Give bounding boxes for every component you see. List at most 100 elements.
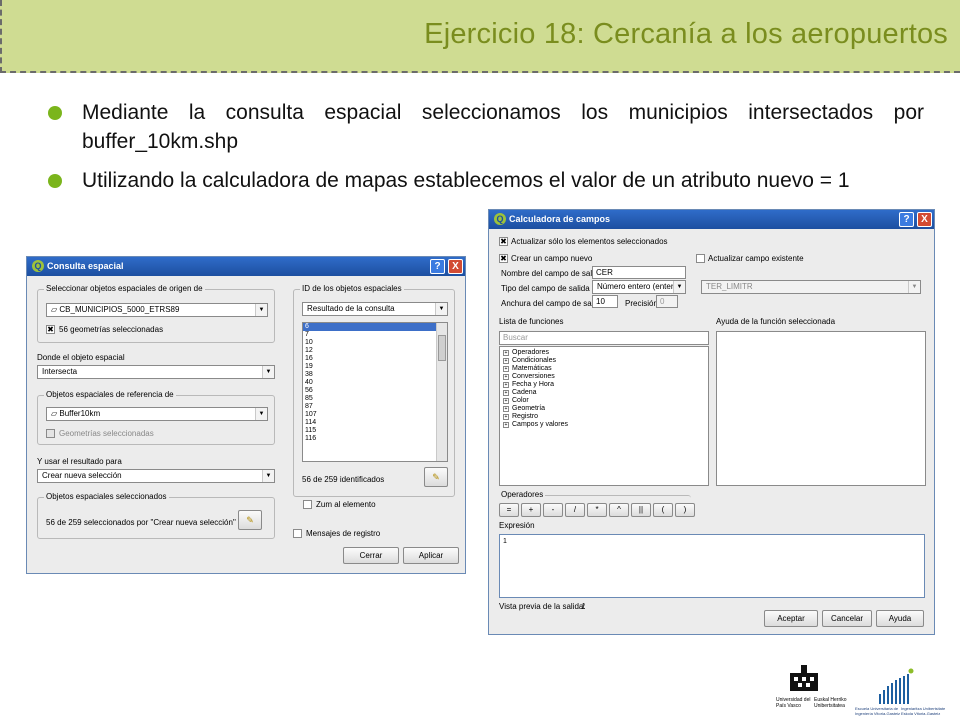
help-icon[interactable]: ?: [430, 259, 445, 274]
function-group-item[interactable]: + Fecha y Hora: [500, 381, 708, 389]
list-item[interactable]: 40: [303, 379, 447, 387]
select-features-icon[interactable]: ✎: [238, 510, 262, 530]
list-item[interactable]: 107: [303, 411, 447, 419]
existing-field-combo[interactable]: TER_LIMITR ▼: [701, 280, 921, 294]
ids-source-combo[interactable]: Resultado de la consulta ▼: [302, 302, 448, 316]
origin-selected-checkbox[interactable]: ✖: [46, 325, 55, 334]
operator-button[interactable]: *: [587, 503, 607, 517]
help-button[interactable]: Ayuda: [876, 610, 924, 627]
combo-value: Número entero (entero): [597, 282, 681, 291]
origin-layer-combo[interactable]: ▱ CB_MUNICIPIOS_5000_ETRS89 ▼: [46, 303, 268, 317]
use-result-combo[interactable]: Crear nueva selección ▼: [37, 469, 275, 483]
function-group-item[interactable]: + Operadores: [500, 349, 708, 357]
close-icon[interactable]: X: [917, 212, 932, 227]
list-item[interactable]: 115: [303, 427, 447, 435]
expand-icon[interactable]: +: [503, 390, 509, 396]
scrollbar[interactable]: [436, 323, 447, 461]
reference-layer-combo[interactable]: ▱ Buffer10km ▼: [46, 407, 268, 421]
function-tree[interactable]: + Operadores + Condicionales + Matemáticas + Co…: [499, 346, 709, 486]
list-item[interactable]: 6: [303, 323, 447, 331]
ids-list[interactable]: 6 7 10 12 16 19 38 40 56 85 87 107 114 115 116: [302, 322, 448, 462]
window-titlebar[interactable]: Q Calculadora de campos ? X: [489, 210, 934, 229]
function-group-item[interactable]: + Color: [500, 397, 708, 405]
expand-icon[interactable]: +: [503, 422, 509, 428]
selected-count-text: 56 de 259 seleccionados por "Crear nueva…: [46, 518, 236, 527]
combo-value: Intersecta: [42, 367, 78, 376]
group-label: Objetos espaciales seleccionados: [44, 492, 169, 501]
precision-spinbox[interactable]: 0: [656, 295, 678, 308]
operator-button[interactable]: ^: [609, 503, 629, 517]
operator-button[interactable]: -: [543, 503, 563, 517]
list-item[interactable]: 87: [303, 403, 447, 411]
close-button[interactable]: Cerrar: [343, 547, 399, 564]
function-group-item[interactable]: + Campos y valores: [500, 421, 708, 429]
combo-value: Crear nueva selección: [42, 471, 122, 480]
chevron-down-icon: ▼: [435, 303, 447, 315]
function-group-item[interactable]: + Cadena: [500, 389, 708, 397]
function-group-item[interactable]: + Geometría: [500, 405, 708, 413]
expand-icon[interactable]: +: [503, 358, 509, 364]
list-item[interactable]: 16: [303, 355, 447, 363]
list-item[interactable]: 116: [303, 435, 447, 443]
functions-label: Lista de funciones: [499, 317, 564, 326]
preview-value: 1: [581, 602, 586, 611]
list-item[interactable]: 10: [303, 339, 447, 347]
accept-button[interactable]: Aceptar: [764, 610, 818, 627]
function-help-panel: [716, 331, 926, 486]
list-item[interactable]: 85: [303, 395, 447, 403]
cancel-button[interactable]: Cancelar: [822, 610, 872, 627]
function-group-item[interactable]: + Registro: [500, 413, 708, 421]
consulta-espacial-window: Q Consulta espacial ? X Seleccionar obje…: [26, 256, 466, 574]
ehu-text: Universidad del País Vasco: [776, 697, 811, 709]
expand-icon[interactable]: +: [503, 366, 509, 372]
operator-button[interactable]: +: [521, 503, 541, 517]
width-spinbox[interactable]: 10: [592, 295, 618, 308]
list-item[interactable]: 38: [303, 371, 447, 379]
expand-icon[interactable]: +: [503, 374, 509, 380]
field-name-input[interactable]: CER: [592, 266, 686, 279]
ehu-emblem-icon: [790, 665, 818, 691]
use-label: Y usar el resultado para: [37, 457, 122, 466]
function-search-input[interactable]: Buscar: [499, 331, 709, 345]
list-item[interactable]: 114: [303, 419, 447, 427]
update-existing-checkbox[interactable]: [696, 254, 705, 263]
operator-button[interactable]: ||: [631, 503, 651, 517]
expand-icon[interactable]: +: [503, 350, 509, 356]
expand-icon[interactable]: +: [503, 414, 509, 420]
list-item[interactable]: 12: [303, 347, 447, 355]
field-type-combo[interactable]: Número entero (entero) ▼: [592, 280, 686, 294]
function-group-item[interactable]: + Matemáticas: [500, 365, 708, 373]
expand-icon[interactable]: +: [503, 398, 509, 404]
expand-icon[interactable]: +: [503, 406, 509, 412]
new-field-checkbox[interactable]: ✖: [499, 254, 508, 263]
window-title: Consulta espacial: [47, 261, 124, 271]
ids-items: 6 7 10 12 16 19 38 40 56 85 87 107 114 115 116: [303, 323, 447, 443]
update-selected-checkbox[interactable]: ✖: [499, 237, 508, 246]
checkbox-label: Crear un campo nuevo: [511, 254, 593, 263]
operator-button[interactable]: (: [653, 503, 673, 517]
expand-icon[interactable]: +: [503, 382, 509, 388]
window-titlebar[interactable]: Q Consulta espacial ? X: [27, 257, 465, 276]
apply-button[interactable]: Aplicar: [403, 547, 459, 564]
slide-title: Ejercicio 18: Cercanía a los aeropuertos: [424, 18, 948, 50]
close-icon[interactable]: X: [448, 259, 463, 274]
operator-button[interactable]: =: [499, 503, 519, 517]
list-item[interactable]: 19: [303, 363, 447, 371]
where-combo[interactable]: Intersecta ▼: [37, 365, 275, 379]
group-label: ID de los objetos espaciales: [300, 284, 404, 293]
scroll-thumb[interactable]: [438, 335, 446, 361]
function-group-item[interactable]: + Conversiones: [500, 373, 708, 381]
reference-selected-checkbox[interactable]: [46, 429, 55, 438]
expression-editor[interactable]: 1: [499, 534, 925, 598]
zoom-select-icon[interactable]: ✎: [424, 467, 448, 487]
list-item[interactable]: 7: [303, 331, 447, 339]
log-messages-checkbox[interactable]: [293, 529, 302, 538]
operator-button[interactable]: ): [675, 503, 695, 517]
operator-button[interactable]: /: [565, 503, 585, 517]
function-group-item[interactable]: + Condicionales: [500, 357, 708, 365]
help-icon[interactable]: ?: [899, 212, 914, 227]
escuela-text: Escuela Universitaria de Ingeniería Vito…: [855, 706, 901, 716]
zoom-checkbox[interactable]: [303, 500, 312, 509]
list-item[interactable]: 56: [303, 387, 447, 395]
function-group-label: Matemáticas: [512, 365, 552, 372]
